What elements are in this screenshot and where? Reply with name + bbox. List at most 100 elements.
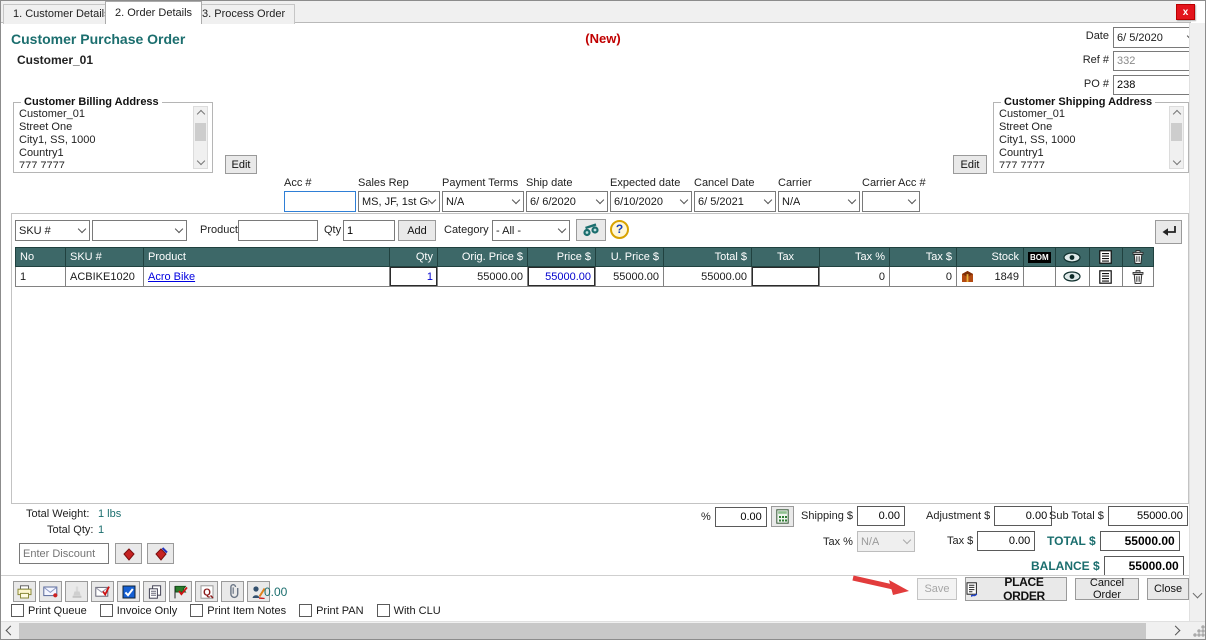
help-icon[interactable]: ? xyxy=(610,220,629,239)
print-button[interactable] xyxy=(13,581,36,602)
subtotal-label: Sub Total $ xyxy=(1049,510,1104,522)
sku-mode-select[interactable]: SKU # xyxy=(15,220,90,241)
cell-price[interactable]: 55000.00 xyxy=(528,267,596,287)
close-window-button[interactable]: x xyxy=(1176,4,1195,20)
copy-icon xyxy=(148,585,162,599)
tax-label: Tax $ xyxy=(947,535,973,547)
cancel-date-select[interactable]: 6/ 5/2021 xyxy=(694,191,776,212)
date-value: 6/ 5/2020 xyxy=(1117,32,1163,44)
printer-icon xyxy=(17,585,32,599)
save-button[interactable]: Save xyxy=(917,578,957,600)
subtotal-input[interactable] xyxy=(1108,506,1188,526)
category-select[interactable]: - All - xyxy=(492,220,570,241)
chevron-down-icon xyxy=(558,224,566,232)
product-link[interactable]: Acro Bike xyxy=(148,271,195,283)
invoice-only-checkbox[interactable] xyxy=(100,604,113,617)
copy-order-button[interactable] xyxy=(143,581,166,602)
address-line: Street One xyxy=(19,121,192,134)
edit-shipping-button[interactable]: Edit xyxy=(953,155,987,174)
add-item-button[interactable]: Add xyxy=(398,220,436,241)
email-icon xyxy=(43,585,58,598)
search-products-button[interactable] xyxy=(576,219,606,241)
with-clu-checkbox[interactable] xyxy=(377,604,390,617)
payment-terms-select[interactable]: N/A xyxy=(442,191,524,212)
place-order-button[interactable]: PLACE ORDER xyxy=(965,577,1067,601)
address-line: 777 7777 xyxy=(999,160,1168,168)
print-item-notes-label: Print Item Notes xyxy=(207,605,286,617)
carrier-acc-select[interactable] xyxy=(862,191,920,212)
print-pan-checkbox[interactable] xyxy=(299,604,312,617)
cell-view[interactable] xyxy=(1055,267,1089,287)
col-orig-price: Orig. Price $ xyxy=(438,248,528,267)
product-input[interactable] xyxy=(238,220,318,241)
discount-tag-pen-icon xyxy=(154,547,168,561)
discount-input[interactable] xyxy=(19,543,109,564)
print-queue-checkbox[interactable] xyxy=(11,604,24,617)
adjustment-input[interactable] xyxy=(994,506,1052,526)
col-view xyxy=(1055,248,1089,267)
tab-customer-details[interactable]: 1. Customer Details xyxy=(3,4,120,24)
quote-button[interactable]: Q xyxy=(195,581,218,602)
sku-select[interactable] xyxy=(92,220,187,241)
resize-grip[interactable] xyxy=(1193,625,1205,637)
cancel-order-button[interactable]: Cancel Order xyxy=(1075,578,1139,600)
scroll-left-icon[interactable] xyxy=(6,626,16,636)
ref-label: Ref # xyxy=(1057,54,1109,66)
tax-input[interactable] xyxy=(977,531,1035,551)
order-flag-button[interactable] xyxy=(169,581,192,602)
invoice-only-label: Invoice Only xyxy=(117,605,178,617)
stamp-button[interactable] xyxy=(65,581,88,602)
close-button[interactable]: Close xyxy=(1147,578,1189,600)
cell-u-price: 55000.00 xyxy=(596,267,664,287)
shipping-label: Shipping $ xyxy=(801,510,853,522)
email-button[interactable] xyxy=(39,581,62,602)
edit-billing-button[interactable]: Edit xyxy=(225,155,257,174)
attachment-button[interactable] xyxy=(221,581,244,602)
billing-address-scrollbar[interactable] xyxy=(193,106,208,169)
table-row[interactable]: 1 ACBIKE1020 Acro Bike 1 55000.00 55000.… xyxy=(16,267,1154,287)
scroll-right-icon[interactable] xyxy=(1171,626,1181,636)
balance-input[interactable] xyxy=(1104,556,1184,576)
date-select[interactable]: 6/ 5/2020 xyxy=(1113,27,1199,48)
print-item-notes-checkbox[interactable] xyxy=(190,604,203,617)
scroll-down-icon[interactable] xyxy=(1193,589,1203,599)
horizontal-scrollbar[interactable] xyxy=(1,621,1206,639)
vertical-scrollbar[interactable] xyxy=(1189,23,1205,623)
select-all-button[interactable] xyxy=(117,581,140,602)
shipping-address-scrollbar[interactable] xyxy=(1169,106,1184,169)
qty-input[interactable] xyxy=(343,220,395,241)
apply-discount-button[interactable] xyxy=(115,543,142,564)
ref-input[interactable] xyxy=(1113,51,1199,71)
q-report-icon: Q xyxy=(200,585,214,599)
cell-notes[interactable] xyxy=(1089,267,1122,287)
tab-order-details[interactable]: 2. Order Details xyxy=(105,1,202,24)
balance-label: BALANCE $ xyxy=(1031,559,1100,573)
payment-terms-value: N/A xyxy=(446,196,464,208)
cell-tax[interactable] xyxy=(752,267,820,287)
expected-date-select[interactable]: 6/10/2020 xyxy=(610,191,692,212)
acc-input[interactable] xyxy=(284,191,356,212)
customer-name: Customer_01 xyxy=(17,53,93,67)
po-input[interactable] xyxy=(1113,75,1199,95)
eye-icon xyxy=(1063,271,1081,282)
print-preview-button[interactable] xyxy=(91,581,114,602)
carrier-select[interactable]: N/A xyxy=(778,191,860,212)
col-price: Price $ xyxy=(528,248,596,267)
total-input[interactable] xyxy=(1100,531,1180,551)
cell-qty[interactable]: 1 xyxy=(390,267,438,287)
with-clu-label: With CLU xyxy=(394,605,441,617)
cell-tax-amt: 0 xyxy=(890,267,957,287)
total-qty-label: Total Qty: xyxy=(47,524,93,536)
discount-percent-input[interactable] xyxy=(715,507,767,527)
shipping-input[interactable] xyxy=(857,506,905,526)
calculate-button[interactable] xyxy=(771,506,794,527)
category-value: - All - xyxy=(496,225,521,237)
sales-rep-select[interactable]: MS, JF, 1st Gr xyxy=(358,191,440,212)
cell-delete[interactable] xyxy=(1122,267,1153,287)
chevron-down-icon xyxy=(848,195,856,203)
tab-process-order[interactable]: 3. Process Order xyxy=(192,4,295,24)
enter-button[interactable] xyxy=(1155,220,1182,244)
horizontal-scroll-thumb[interactable] xyxy=(19,623,1146,639)
ship-date-select[interactable]: 6/ 6/2020 xyxy=(526,191,608,212)
clear-discount-button[interactable] xyxy=(147,543,174,564)
